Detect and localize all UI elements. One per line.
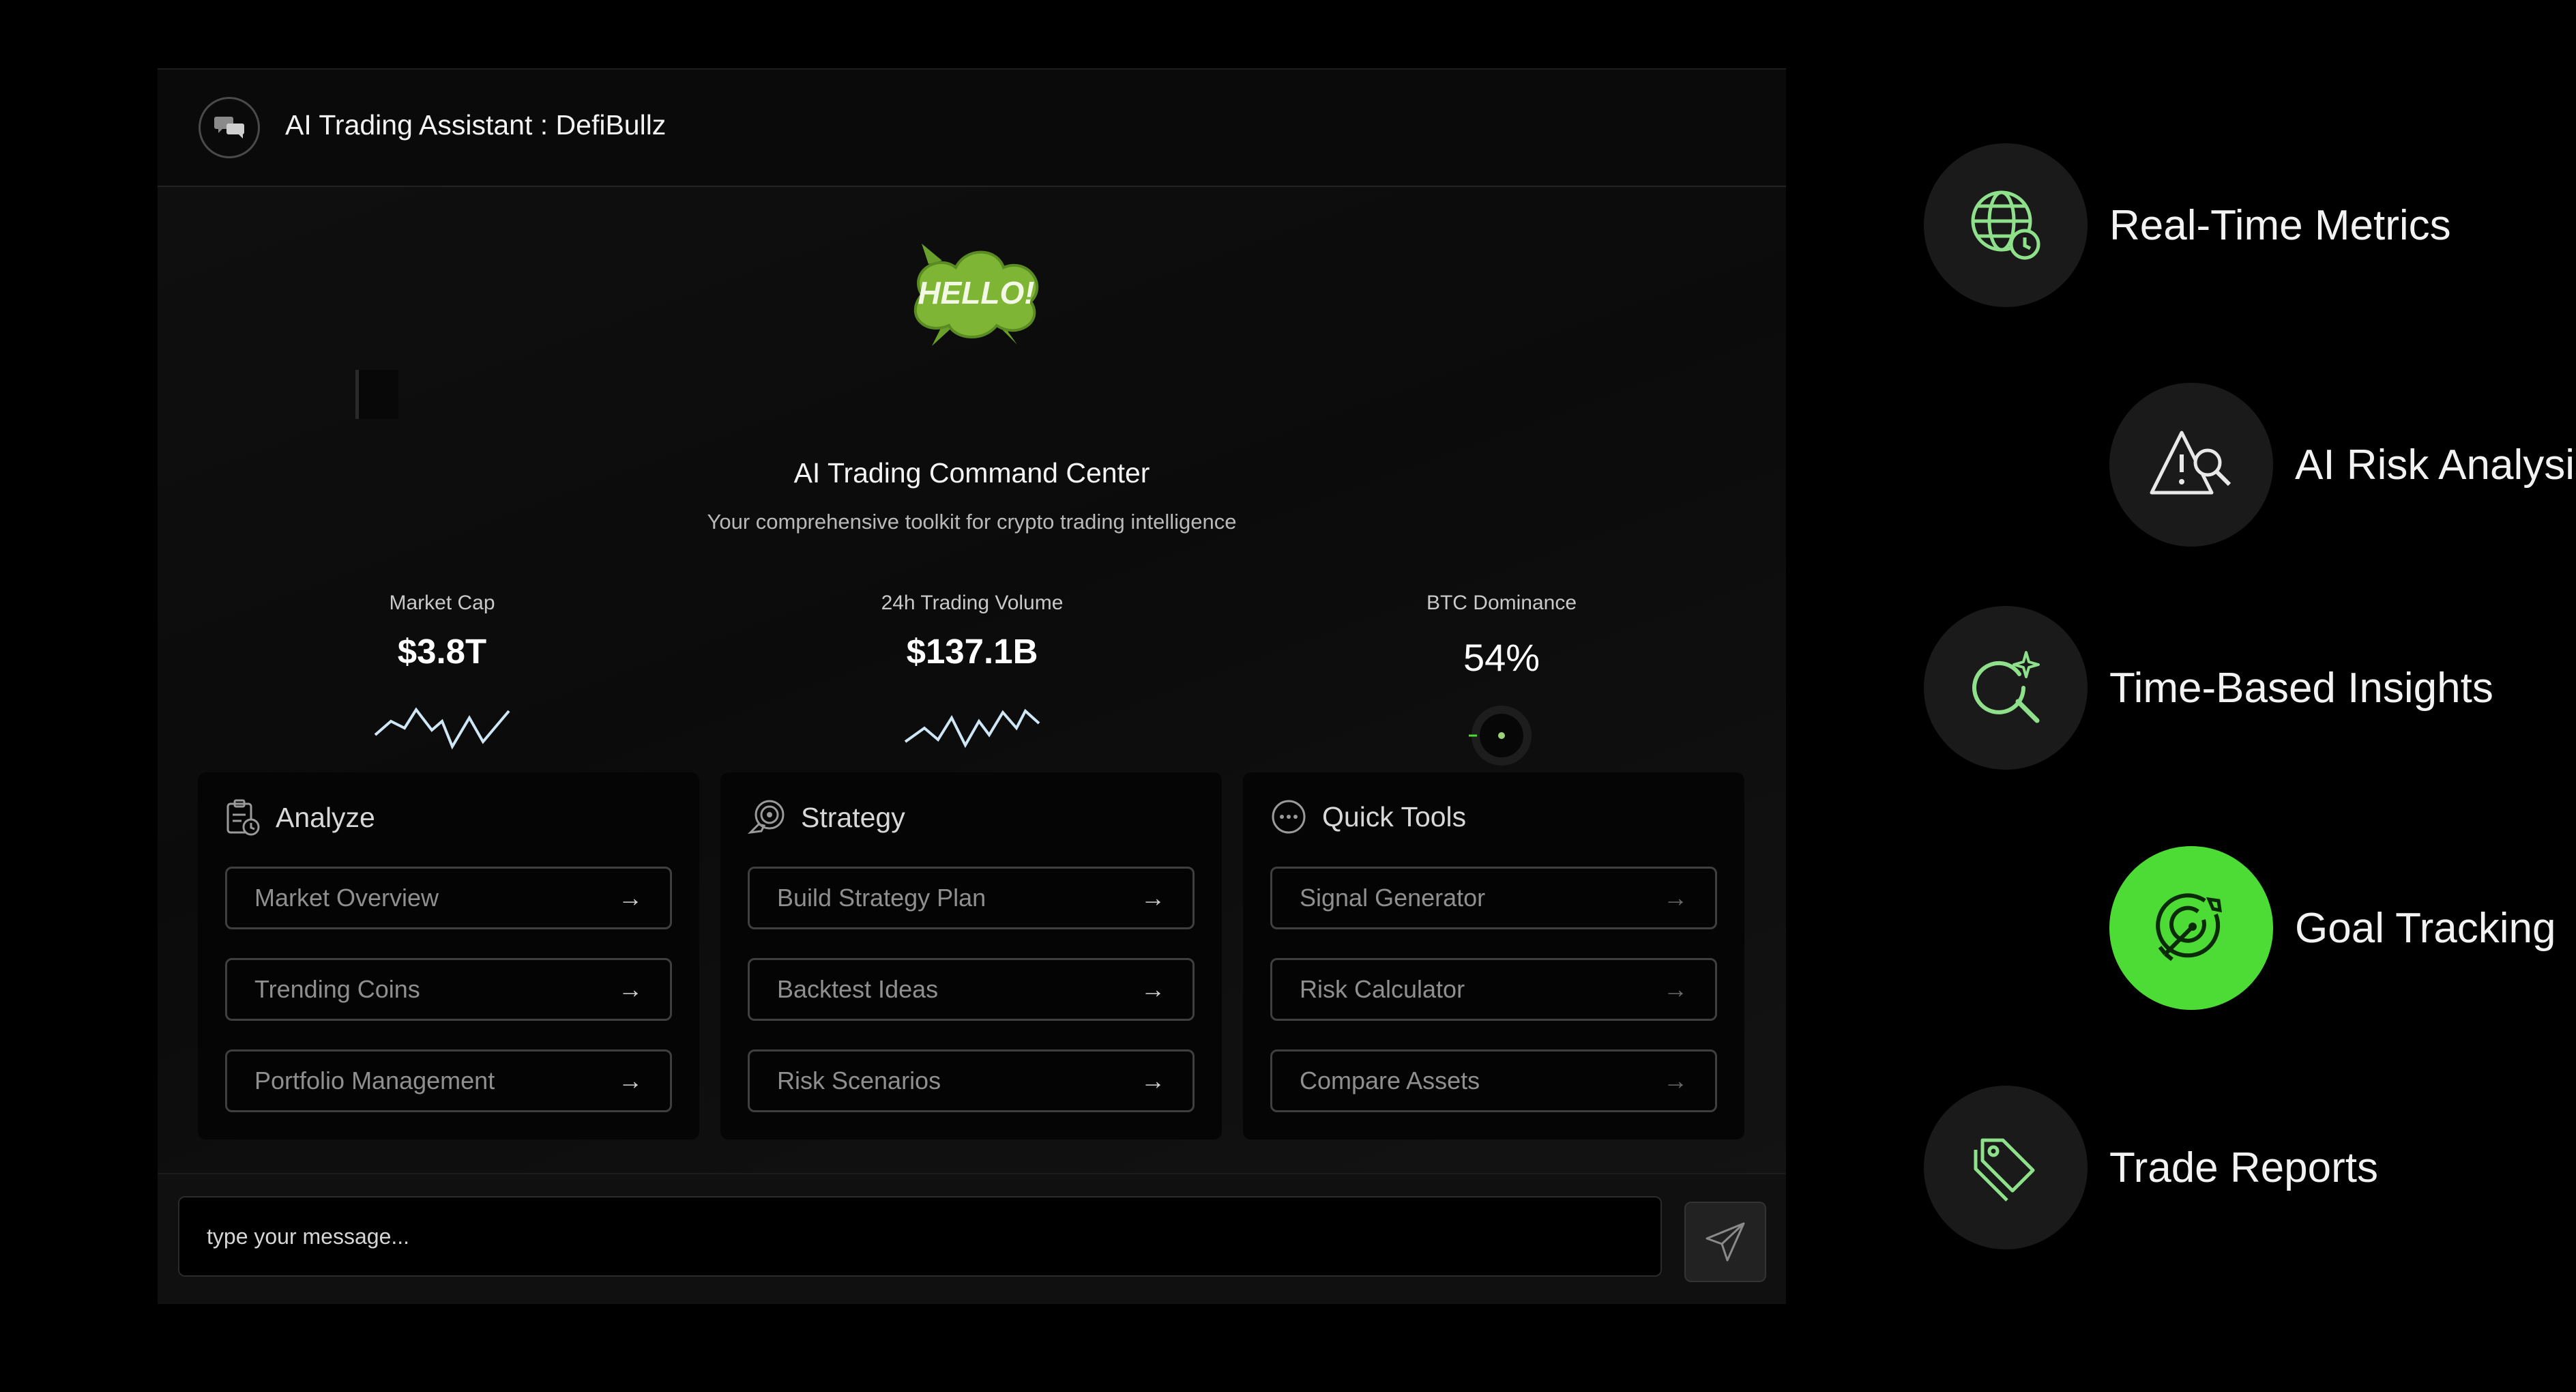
feature-label: Real-Time Metrics (2109, 201, 2451, 249)
market-overview-button[interactable]: Market Overview → (225, 867, 672, 929)
button-label: Backtest Ideas (777, 975, 939, 1003)
card-header: Strategy (748, 798, 905, 837)
card-header: Analyze (225, 798, 375, 837)
metric-value: 54% (1463, 636, 1540, 679)
compare-assets-button[interactable]: Compare Assets → (1270, 1049, 1717, 1112)
metric-label: 24h Trading Volume (881, 592, 1064, 614)
portfolio-management-button[interactable]: Portfolio Management → (225, 1049, 672, 1112)
arrow-right-icon: → (1663, 1067, 1688, 1094)
feature-label: AI Risk Analysis (2295, 441, 2576, 489)
card-analyze: Analyze Market Overview → Trending Coins… (198, 772, 699, 1140)
arrow-right-icon: → (1663, 975, 1688, 1003)
dots-circle-icon (1272, 800, 1306, 834)
globe-clock-icon (1971, 190, 2040, 260)
button-label: Risk Calculator (1300, 975, 1465, 1003)
hello-badge: HELLO! (913, 244, 1039, 346)
risk-calculator-button[interactable]: Risk Calculator → (1270, 958, 1717, 1021)
metric-value: $3.8T (397, 632, 487, 671)
backtest-ideas-button[interactable]: Backtest Ideas → (748, 958, 1195, 1021)
metric-label: Market Cap (389, 592, 495, 614)
arrow-right-icon: → (1141, 884, 1165, 912)
button-label: Build Strategy Plan (777, 884, 986, 912)
arrow-right-icon: → (618, 975, 643, 1003)
button-label: Market Overview (254, 884, 439, 912)
target-hand-icon (748, 800, 785, 835)
feature-trade-reports[interactable]: Trade Reports (1924, 1086, 2378, 1249)
feature-time-based-insights[interactable]: Time-Based Insights (1924, 606, 2493, 770)
arrow-right-icon: → (1141, 975, 1165, 1003)
arrow-right-icon: → (1141, 1067, 1165, 1094)
button-label: Portfolio Management (254, 1067, 495, 1094)
arrow-right-icon: → (1663, 884, 1688, 912)
warning-search-icon (2150, 431, 2231, 495)
metric-value: $137.1B (906, 632, 1038, 671)
feature-label: Time-Based Insights (2109, 664, 2493, 712)
feature-label: Trade Reports (2109, 1144, 2378, 1191)
cursor-block (355, 370, 398, 419)
input-bar (158, 1173, 1786, 1304)
search-sparkle-icon (1972, 651, 2040, 723)
send-icon (1706, 1222, 1745, 1262)
feature-real-time-metrics[interactable]: Real-Time Metrics (1924, 143, 2451, 307)
hello-text: HELLO! (918, 275, 1034, 310)
button-label: Signal Generator (1300, 884, 1486, 912)
metric-label: BTC Dominance (1426, 592, 1577, 614)
feature-ai-risk-analysis[interactable]: AI Risk Analysis (2109, 383, 2576, 547)
build-strategy-plan-button[interactable]: Build Strategy Plan → (748, 867, 1195, 929)
arrow-right-icon: → (618, 1067, 643, 1094)
chat-panel: AI Trading Assistant : DefiBullz HELLO! … (158, 68, 1786, 1304)
feature-goal-tracking[interactable]: Goal Tracking (2109, 846, 2556, 1010)
btc-dominance-gauge (1469, 706, 1532, 766)
trending-coins-button[interactable]: Trending Coins → (225, 958, 672, 1021)
metric-market-cap: Market Cap $3.8T (272, 592, 613, 752)
feature-icon-circle-active (2109, 846, 2273, 1010)
metric-trading-volume: 24h Trading Volume $137.1B (802, 592, 1143, 752)
signal-generator-button[interactable]: Signal Generator → (1270, 867, 1717, 929)
market-cap-sparkline (374, 707, 510, 750)
button-label: Trending Coins (254, 975, 420, 1003)
card-title: Quick Tools (1322, 800, 1467, 832)
target-arrow-icon (2156, 893, 2222, 961)
tags-icon (1974, 1138, 2035, 1202)
feature-label: Goal Tracking (2295, 904, 2556, 952)
button-label: Compare Assets (1300, 1067, 1480, 1094)
card-strategy: Strategy Build Strategy Plan → Backtest … (720, 772, 1222, 1140)
chat-header: AI Trading Assistant : DefiBullz (158, 70, 1786, 187)
chat-title: AI Trading Assistant : DefiBullz (285, 109, 667, 141)
card-title: Analyze (276, 801, 375, 833)
feature-icon-circle (2109, 383, 2273, 547)
message-input[interactable] (178, 1196, 1662, 1277)
card-quick-tools: Quick Tools Signal Generator → Risk Calc… (1243, 772, 1744, 1140)
feature-icon-circle (1924, 143, 2088, 307)
metric-btc-dominance: BTC Dominance 54% (1331, 592, 1672, 770)
card-header: Quick Tools (1270, 798, 1466, 835)
button-label: Risk Scenarios (777, 1067, 941, 1094)
send-button[interactable] (1684, 1202, 1766, 1282)
clipboard-clock-icon (226, 799, 260, 836)
trading-volume-sparkline (904, 708, 1040, 749)
chat-bubbles-icon (199, 97, 260, 158)
card-title: Strategy (801, 801, 905, 833)
feature-icon-circle (1924, 1086, 2088, 1249)
risk-scenarios-button[interactable]: Risk Scenarios → (748, 1049, 1195, 1112)
feature-icon-circle (1924, 606, 2088, 770)
command-center-subtitle: Your comprehensive toolkit for crypto tr… (707, 510, 1237, 534)
command-center-title: AI Trading Command Center (793, 457, 1150, 489)
arrow-right-icon: → (618, 884, 643, 912)
